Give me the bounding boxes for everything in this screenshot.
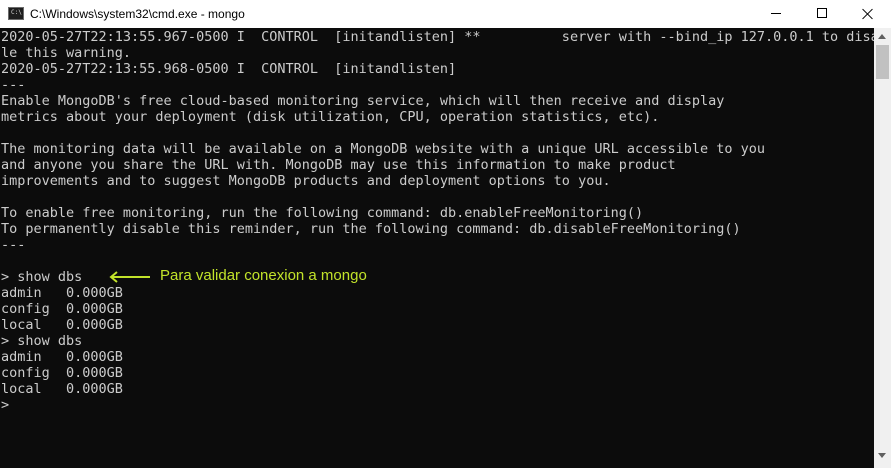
cmd-icon-text: C:\ bbox=[11, 9, 22, 16]
console-line: admin 0.000GB bbox=[1, 285, 123, 301]
console-line: le this warning. bbox=[1, 45, 132, 61]
console-output[interactable]: 2020-05-27T22:13:55.967-0500 I CONTROL [… bbox=[0, 28, 874, 468]
scroll-up-icon[interactable] bbox=[878, 34, 886, 39]
cmd-window: C:\ C:\Windows\system32\cmd.exe - mongo … bbox=[0, 0, 891, 468]
scroll-down-icon[interactable] bbox=[878, 453, 886, 458]
scrollbar-thumb[interactable] bbox=[876, 45, 889, 79]
minimize-button[interactable] bbox=[753, 0, 799, 28]
console-line: admin 0.000GB bbox=[1, 349, 123, 365]
console-prompt[interactable]: > bbox=[1, 397, 9, 413]
annotation-label: Para validar conexion a mongo bbox=[160, 267, 367, 284]
console-line: metrics about your deployment (disk util… bbox=[1, 109, 660, 125]
console-line: To permanently disable this reminder, ru… bbox=[1, 221, 741, 237]
arrow-left-icon bbox=[109, 271, 150, 283]
vertical-scrollbar[interactable] bbox=[874, 28, 891, 468]
console-line: config 0.000GB bbox=[1, 365, 123, 381]
console-line: and anyone you share the URL with. Mongo… bbox=[1, 157, 676, 173]
maximize-button[interactable] bbox=[799, 0, 845, 28]
console-line: 2020-05-27T22:13:55.968-0500 I CONTROL [… bbox=[1, 61, 457, 77]
window-title: C:\Windows\system32\cmd.exe - mongo bbox=[30, 7, 245, 21]
title-bar[interactable]: C:\ C:\Windows\system32\cmd.exe - mongo bbox=[0, 0, 891, 28]
console-line: --- bbox=[1, 237, 26, 253]
console-line: > show dbs bbox=[1, 269, 83, 285]
close-button[interactable] bbox=[845, 0, 891, 28]
maximize-icon bbox=[817, 8, 827, 18]
console-line: --- bbox=[1, 77, 26, 93]
console-line: local 0.000GB bbox=[1, 317, 123, 333]
console-line: improvements and to suggest MongoDB prod… bbox=[1, 173, 611, 189]
console-line: config 0.000GB bbox=[1, 301, 123, 317]
console-line: > show dbs bbox=[1, 333, 83, 349]
minimize-icon bbox=[771, 13, 781, 14]
console-line: To enable free monitoring, run the follo… bbox=[1, 205, 644, 221]
console-line: The monitoring data will be available on… bbox=[1, 141, 766, 157]
close-icon bbox=[862, 8, 874, 20]
cmd-icon[interactable]: C:\ bbox=[8, 7, 24, 20]
console-line: 2020-05-27T22:13:55.967-0500 I CONTROL [… bbox=[1, 29, 874, 45]
console-line: Enable MongoDB's free cloud-based monito… bbox=[1, 93, 725, 109]
console-line: local 0.000GB bbox=[1, 381, 123, 397]
